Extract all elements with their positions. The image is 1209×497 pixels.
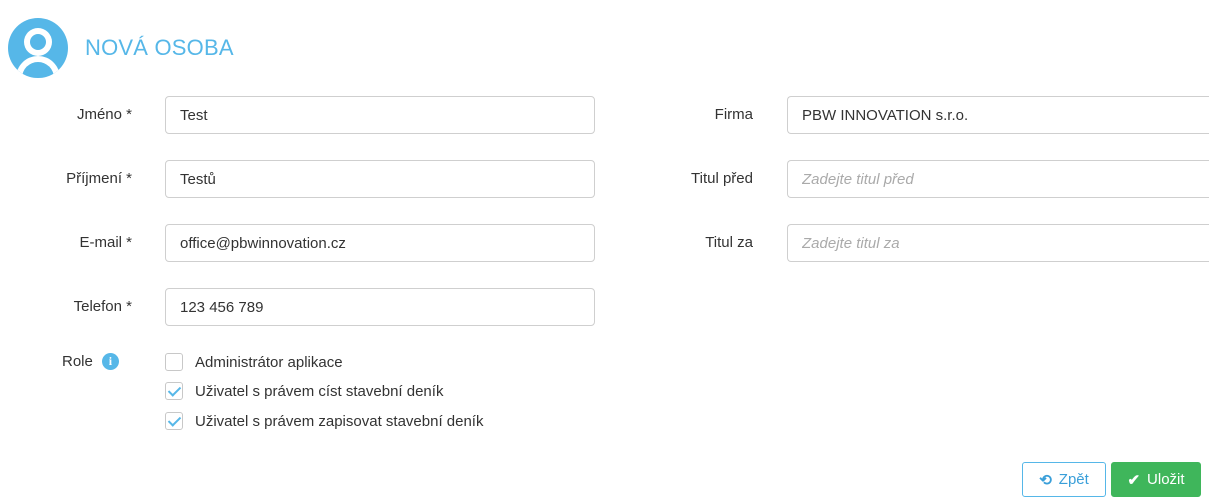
last-name-input[interactable] bbox=[165, 160, 595, 198]
title-before-label: Titul před bbox=[691, 170, 753, 187]
role-write-diary-checkbox[interactable] bbox=[165, 412, 183, 430]
title-after-input[interactable] bbox=[787, 224, 1209, 262]
role-write-diary-label: Uživatel s právem zapisovat stavební den… bbox=[195, 412, 484, 430]
company-label: Firma bbox=[714, 106, 753, 123]
role-label-text: Role bbox=[62, 353, 93, 370]
page-title: NOVÁ OSOBA bbox=[85, 35, 234, 60]
role-admin-label: Administrátor aplikace bbox=[195, 353, 343, 371]
back-button[interactable]: ⟲ Zpět bbox=[1022, 462, 1106, 497]
back-button-label: Zpět bbox=[1058, 471, 1089, 488]
info-icon[interactable]: i bbox=[101, 353, 119, 370]
check-icon: ✔ bbox=[1127, 471, 1141, 489]
role-section-label: Role i bbox=[62, 353, 119, 370]
save-button[interactable]: ✔ Uložit bbox=[1111, 462, 1201, 497]
role-admin-option[interactable]: Administrátor aplikace bbox=[165, 353, 343, 371]
save-button-label: Uložit bbox=[1147, 471, 1185, 488]
title-before-input[interactable] bbox=[787, 160, 1209, 198]
undo-icon: ⟲ bbox=[1039, 471, 1052, 489]
first-name-input[interactable] bbox=[165, 96, 595, 134]
role-write-diary-option[interactable]: Uživatel s právem zapisovat stavební den… bbox=[165, 412, 483, 430]
role-read-diary-checkbox[interactable] bbox=[165, 382, 183, 400]
role-admin-checkbox[interactable] bbox=[165, 353, 183, 371]
role-read-diary-label: Uživatel s právem císt stavební deník bbox=[195, 382, 444, 400]
title-after-label: Titul za bbox=[705, 234, 753, 251]
role-read-diary-option[interactable]: Uživatel s právem císt stavební deník bbox=[165, 382, 443, 400]
user-avatar-icon bbox=[8, 18, 68, 78]
phone-input[interactable] bbox=[165, 288, 595, 326]
page-header: NOVÁ OSOBA bbox=[8, 16, 234, 80]
first-name-label: Jméno * bbox=[76, 106, 132, 123]
company-input[interactable] bbox=[787, 96, 1209, 134]
phone-label: Telefon * bbox=[73, 298, 132, 315]
last-name-label: Příjmení * bbox=[66, 170, 132, 187]
email-label: E-mail * bbox=[79, 234, 132, 251]
email-input[interactable] bbox=[165, 224, 595, 262]
